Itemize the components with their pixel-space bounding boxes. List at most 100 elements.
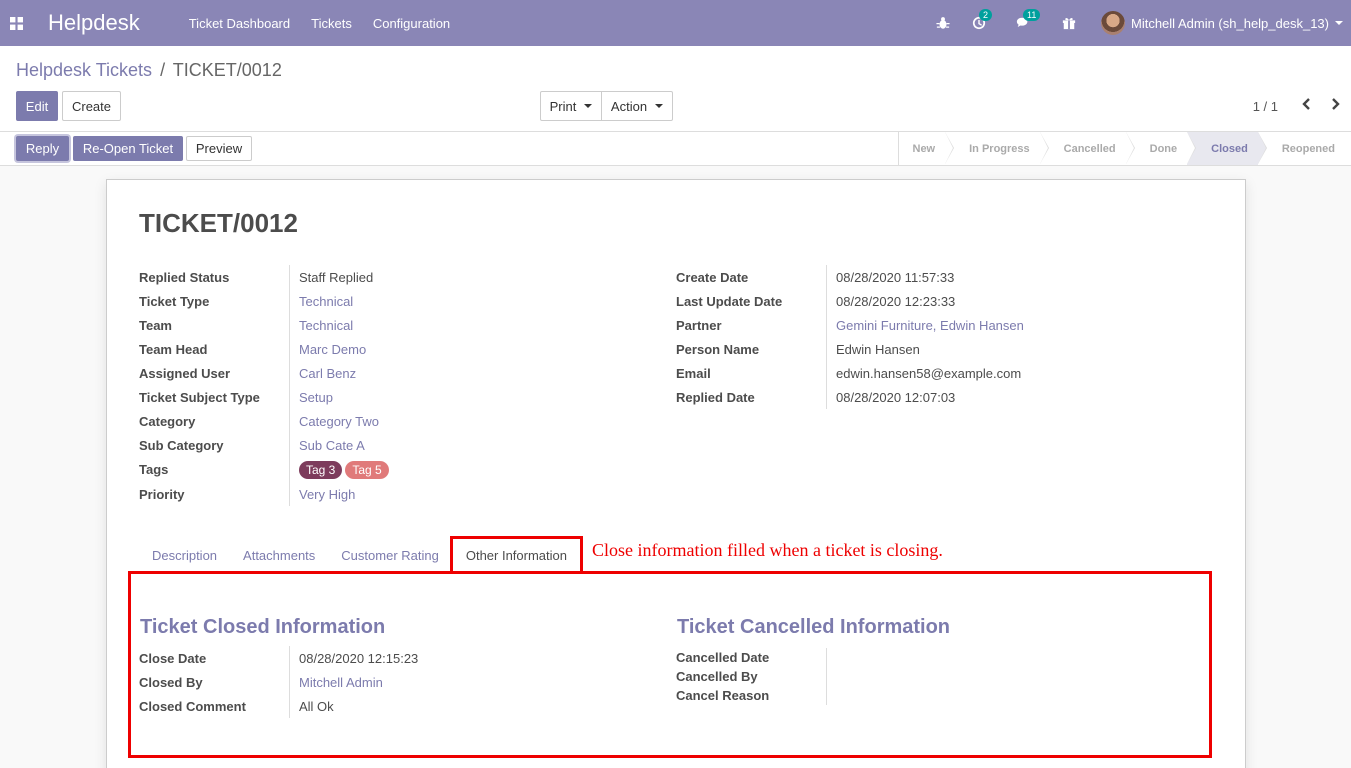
message-count-badge: 11	[1023, 9, 1041, 21]
field-label: Close Date	[139, 650, 207, 666]
field-label: Replied Date	[676, 389, 755, 405]
ticket-type-link[interactable]: Technical	[289, 289, 353, 313]
field-row: Team Head Marc Demo	[139, 337, 392, 361]
field-label: Category	[139, 413, 196, 429]
team-head-link[interactable]: Marc Demo	[289, 337, 366, 361]
last-update-date-value: 08/28/2020 12:23:33	[826, 289, 955, 313]
field-row: Tags Tag 3 Tag 5	[139, 457, 392, 482]
right-field-group: Create Date 08/28/2020 11:57:33 Last Upda…	[676, 265, 1024, 409]
stage-done[interactable]: Done	[1126, 132, 1196, 165]
field-row: Last Update Date 08/28/2020 12:23:33	[676, 289, 1024, 313]
menu-ticket-dashboard[interactable]: Ticket Dashboard	[189, 16, 290, 31]
cancelled-by-value	[826, 667, 836, 686]
reopen-ticket-button[interactable]: Re-Open Ticket	[73, 136, 183, 161]
field-row: Category Category Two	[139, 409, 392, 433]
cancel-reason-value	[826, 686, 836, 705]
field-row: Ticket Type Technical	[139, 289, 392, 313]
pager-value[interactable]: 1 / 1	[1253, 99, 1278, 114]
field-label: Person Name	[676, 341, 760, 357]
field-row: Closed Comment All Ok	[139, 694, 418, 718]
pager-next-icon[interactable]	[1329, 98, 1343, 112]
field-row: Email edwin.hansen58@example.com	[676, 361, 1024, 385]
stage-in-progress[interactable]: In Progress	[945, 132, 1049, 165]
field-label: Last Update Date	[676, 293, 783, 309]
person-name-value: Edwin Hansen	[826, 337, 920, 361]
field-label: Create Date	[676, 269, 749, 285]
user-menu[interactable]: Mitchell Admin (sh_help_desk_13)	[1131, 16, 1329, 31]
print-label: Print	[549, 98, 577, 114]
stage-new[interactable]: New	[899, 132, 954, 165]
sub-category-link[interactable]: Sub Cate A	[289, 433, 365, 457]
edit-button[interactable]: Edit	[16, 91, 58, 121]
field-label: Cancelled By	[676, 669, 758, 684]
field-row: Team Technical	[139, 313, 392, 337]
priority-value[interactable]: Very High	[289, 482, 355, 506]
tab-attachments[interactable]: Attachments	[230, 537, 328, 573]
team-link[interactable]: Technical	[289, 313, 353, 337]
preview-button[interactable]: Preview	[186, 136, 252, 161]
breadcrumb-current: TICKET/0012	[172, 60, 282, 80]
field-label: Assigned User	[139, 365, 231, 381]
field-label: Closed By	[139, 674, 203, 690]
field-row: Partner Gemini Furniture, Edwin Hansen	[676, 313, 1024, 337]
stage-closed[interactable]: Closed	[1187, 132, 1267, 165]
tag-badge: Tag 5	[345, 460, 389, 479]
closed-info-title: Ticket Closed Information	[140, 616, 386, 638]
field-label: Closed Comment	[139, 698, 246, 714]
gift-icon[interactable]	[1061, 15, 1077, 31]
user-menu-caret-icon[interactable]	[1335, 21, 1343, 25]
field-label: Ticket Type	[139, 293, 210, 309]
replied-status-value: Staff Replied	[289, 265, 373, 289]
field-row: Cancelled By	[676, 667, 836, 686]
menu-tickets[interactable]: Tickets	[311, 16, 352, 31]
pager-previous-icon[interactable]	[1301, 98, 1315, 112]
app-title[interactable]: Helpdesk	[48, 10, 140, 36]
cancelled-info-title: Ticket Cancelled Information	[677, 616, 951, 638]
field-label: Cancelled Date	[676, 650, 770, 665]
annotation-note: Close information filled when a ticket i…	[592, 540, 943, 560]
assigned-user-link[interactable]: Carl Benz	[289, 361, 356, 385]
field-label: Email	[676, 365, 711, 381]
chat-bubbles-icon[interactable]: 11	[1015, 9, 1041, 31]
create-date-value: 08/28/2020 11:57:33	[826, 265, 954, 289]
stage-cancelled[interactable]: Cancelled	[1040, 132, 1135, 165]
partner-link[interactable]: Gemini Furniture, Edwin Hansen	[826, 313, 1024, 337]
bug-icon[interactable]	[935, 15, 951, 31]
field-label: Sub Category	[139, 437, 224, 453]
activity-count-badge: 2	[979, 9, 993, 21]
form-sheet: TICKET/0012 Replied Status Staff Replied …	[106, 179, 1246, 768]
print-caret-icon	[584, 104, 593, 108]
stage-pipeline: New In Progress Cancelled Done Closed Re…	[897, 132, 1351, 165]
field-row: Sub Category Sub Cate A	[139, 433, 392, 457]
closed-info-fields: Close Date 08/28/2020 12:15:23 Closed By M…	[139, 646, 418, 718]
control-panel: Helpdesk Tickets / TICKET/0012 Edit Crea…	[0, 46, 1351, 132]
category-link[interactable]: Category Two	[289, 409, 379, 433]
field-row: Ticket Subject Type Setup	[139, 385, 392, 409]
breadcrumb-helpdesk-tickets[interactable]: Helpdesk Tickets	[16, 60, 152, 80]
subject-type-link[interactable]: Setup	[289, 385, 333, 409]
email-value: edwin.hansen58@example.com	[826, 361, 1021, 385]
tab-highlight-box	[450, 536, 583, 574]
field-label: Team	[139, 317, 172, 333]
field-row: Replied Status Staff Replied	[139, 265, 392, 289]
tab-customer-rating[interactable]: Customer Rating	[328, 537, 452, 573]
field-label: Team Head	[139, 341, 208, 357]
field-row: Close Date 08/28/2020 12:15:23	[139, 646, 418, 670]
closed-by-link[interactable]: Mitchell Admin	[289, 670, 383, 694]
stage-reopened[interactable]: Reopened	[1258, 132, 1351, 165]
apps-grid-icon[interactable]	[0, 0, 32, 46]
reply-button[interactable]: Reply	[16, 136, 69, 161]
activity-clock-icon[interactable]: 2	[971, 9, 993, 31]
print-dropdown[interactable]: Print	[540, 91, 602, 121]
cancelled-info-fields: Cancelled Date Cancelled By Cancel Reaso…	[676, 648, 836, 705]
ticket-title: TICKET/0012	[139, 208, 298, 238]
field-label: Cancel Reason	[676, 688, 770, 703]
create-button[interactable]: Create	[62, 91, 121, 121]
action-dropdown[interactable]: Action	[601, 91, 673, 121]
field-row: Cancelled Date	[676, 648, 836, 667]
field-label: Partner	[676, 317, 722, 333]
user-avatar[interactable]	[1101, 11, 1125, 35]
menu-configuration[interactable]: Configuration	[373, 16, 450, 31]
tab-description[interactable]: Description	[139, 537, 230, 573]
field-row: Cancel Reason	[676, 686, 836, 705]
